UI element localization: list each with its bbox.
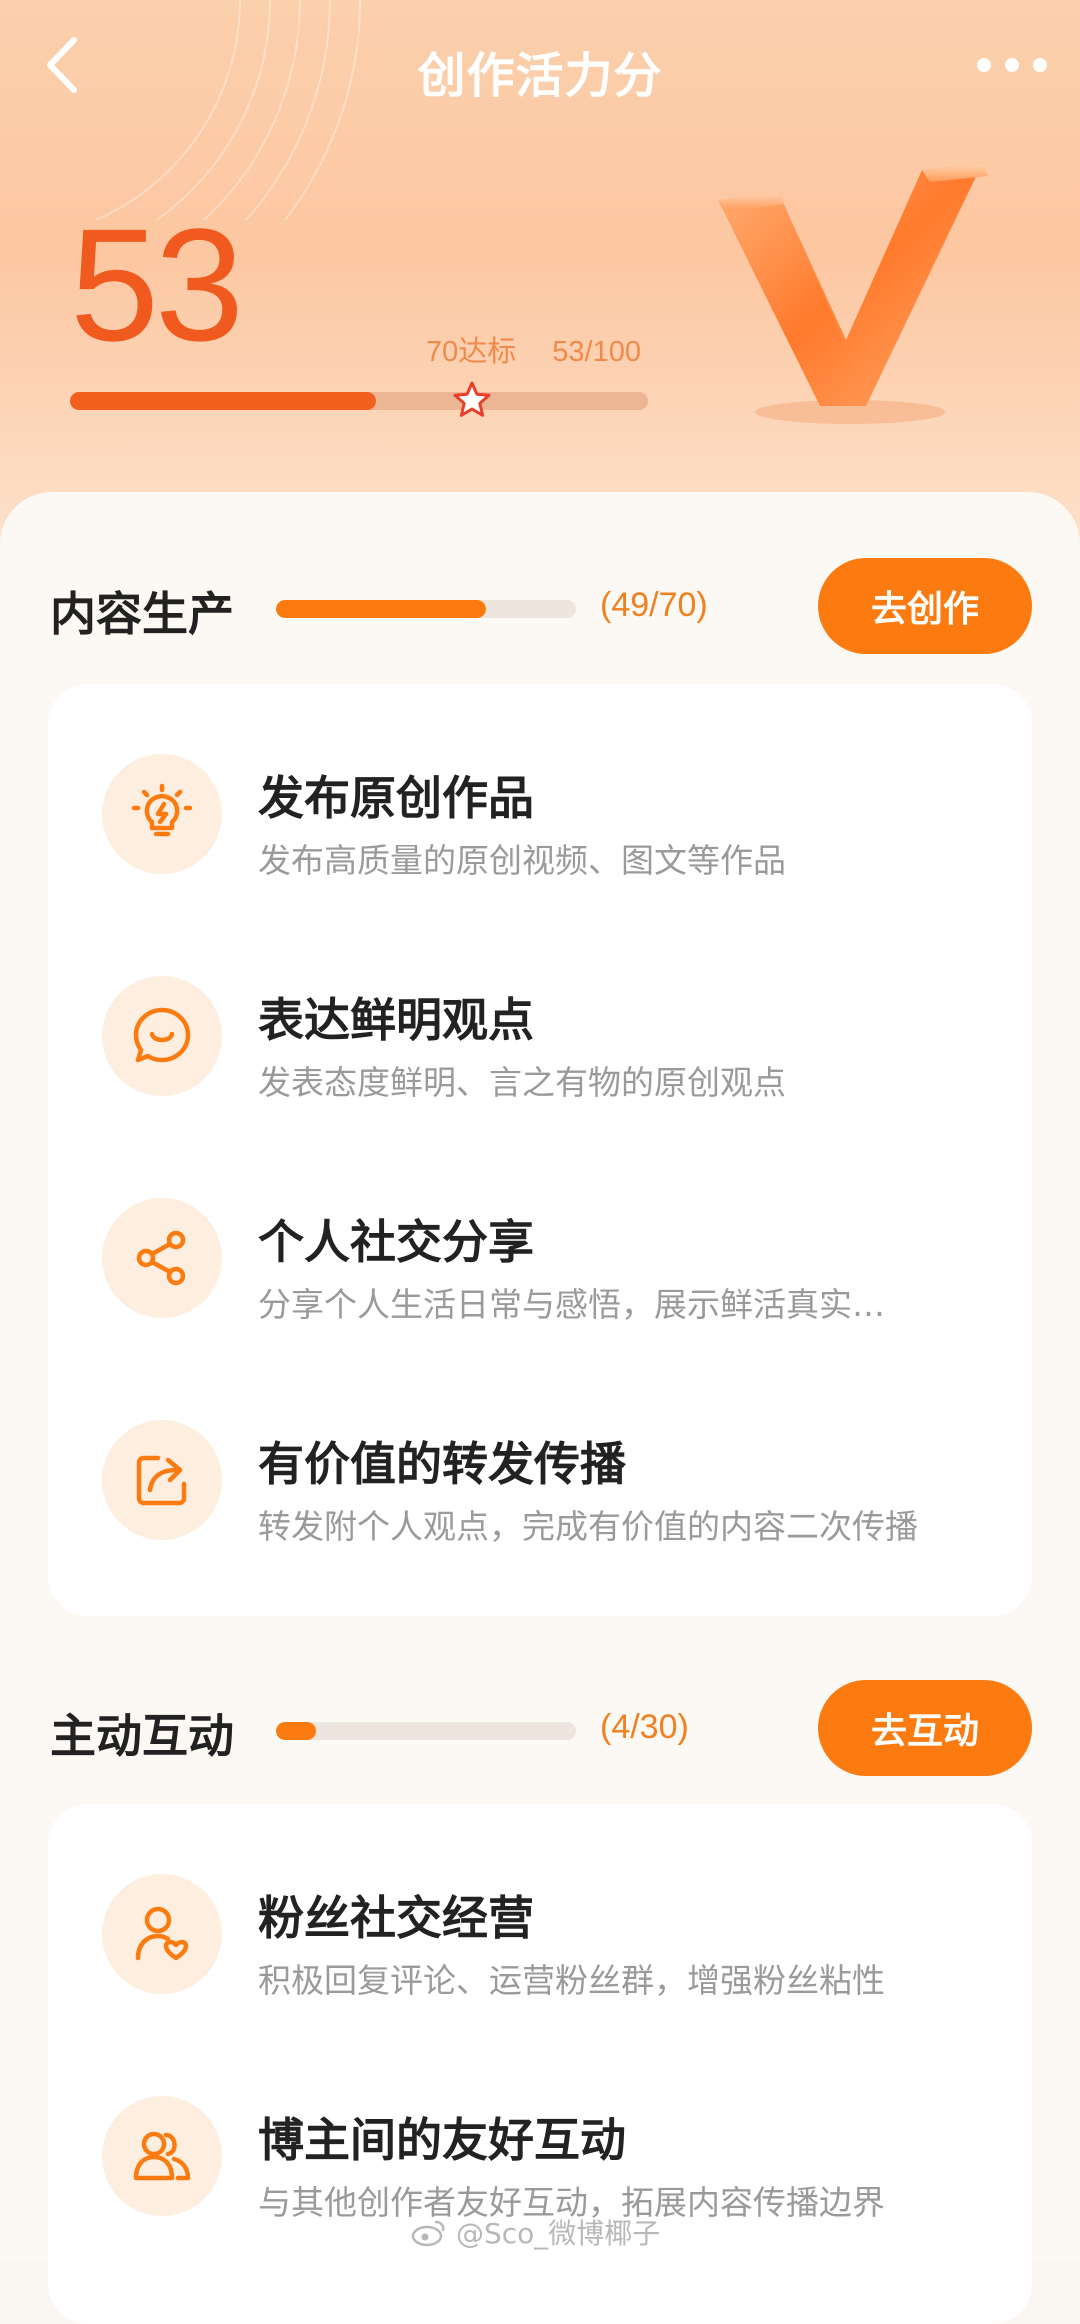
score-progress-bar [70,392,648,410]
go-interact-button[interactable]: 去互动 [818,1680,1032,1776]
top-bar: 创作活力分 [0,0,1080,135]
item-title: 表达鲜明观点 [258,993,534,1047]
score-progress-label: 53/100 [552,336,641,368]
item-description: 发表态度鲜明、言之有物的原创观点 [258,1063,786,1102]
target-star-icon [453,381,491,417]
section-progress-bar [276,600,576,618]
section-title: 内容生产 [50,587,234,641]
content-production-card: 发布原创作品 发布高质量的原创视频、图文等作品 表达鲜明观点 发表态度鲜明、言之… [48,684,1032,1616]
page-title: 创作活力分 [417,48,663,104]
more-icon[interactable] [972,40,1052,90]
section-progress-fill [276,600,486,618]
users-icon [133,2131,191,2181]
item-title: 发布原创作品 [258,771,534,825]
score-value: 53 [70,195,244,374]
repost-icon [136,1455,187,1506]
lightbulb-icon [131,783,193,837]
icon-badge [102,1420,222,1540]
item-description: 转发附个人观点，完成有价值的内容二次传播 [258,1507,918,1546]
content-sheet: 内容生产 (49/70) 去创作 发布原创作品 发布高质量的原创视频、图文等作品… [0,492,1080,2324]
item-title: 个人社交分享 [258,1215,534,1269]
user-heart-icon [135,1906,189,1961]
go-create-button[interactable]: 去创作 [818,558,1032,654]
hero-banner: 创作活力分 53 70达标 53/100 [0,0,1080,560]
smile-chat-icon [133,1007,191,1063]
icon-badge [102,1874,222,1994]
v-logo-icon [718,164,988,424]
list-item-fan-management[interactable]: 粉丝社交经营 积极回复评论、运营粉丝群，增强粉丝粘性 [48,1804,1032,2026]
item-description: 分享个人生活日常与感悟，展示鲜活真实… [258,1285,885,1324]
section-header-content-production: 内容生产 (49/70) 去创作 [0,558,1080,658]
weibo-icon [411,2220,445,2247]
icon-badge [102,2096,222,2216]
list-item-social-share[interactable]: 个人社交分享 分享个人生活日常与感悟，展示鲜活真实… [48,1128,1032,1350]
section-progress-text: (49/70) [600,586,708,624]
score-target-text: 70达标 53/100 [426,328,641,370]
section-header-active-interaction: 主动互动 (4/30) 去互动 [0,1680,1080,1780]
list-item-publish-original[interactable]: 发布原创作品 发布高质量的原创视频、图文等作品 [48,684,1032,906]
score-progress-fill [70,392,377,410]
item-description: 发布高质量的原创视频、图文等作品 [258,841,786,880]
item-description: 积极回复评论、运营粉丝群，增强粉丝粘性 [258,1961,885,2000]
item-title: 粉丝社交经营 [258,1891,534,1945]
section-progress-fill [276,1722,316,1740]
section-title: 主动互动 [50,1709,234,1763]
item-title: 有价值的转发传播 [258,1437,626,1491]
share-icon [136,1230,186,1286]
target-label: 70达标 [426,336,517,368]
section-progress-bar [276,1722,576,1740]
item-title: 博主间的友好互动 [258,2113,626,2167]
watermark: @Sco_微博椰子 [410,2212,660,2252]
icon-badge [102,1198,222,1318]
list-item-valuable-repost[interactable]: 有价值的转发传播 转发附个人观点，完成有价值的内容二次传播 [48,1350,1032,1572]
icon-badge [102,976,222,1096]
watermark-text: @Sco_微博椰子 [456,2217,661,2250]
icon-badge [102,754,222,874]
list-item-express-views[interactable]: 表达鲜明观点 发表态度鲜明、言之有物的原创观点 [48,906,1032,1128]
section-progress-text: (4/30) [600,1708,689,1746]
